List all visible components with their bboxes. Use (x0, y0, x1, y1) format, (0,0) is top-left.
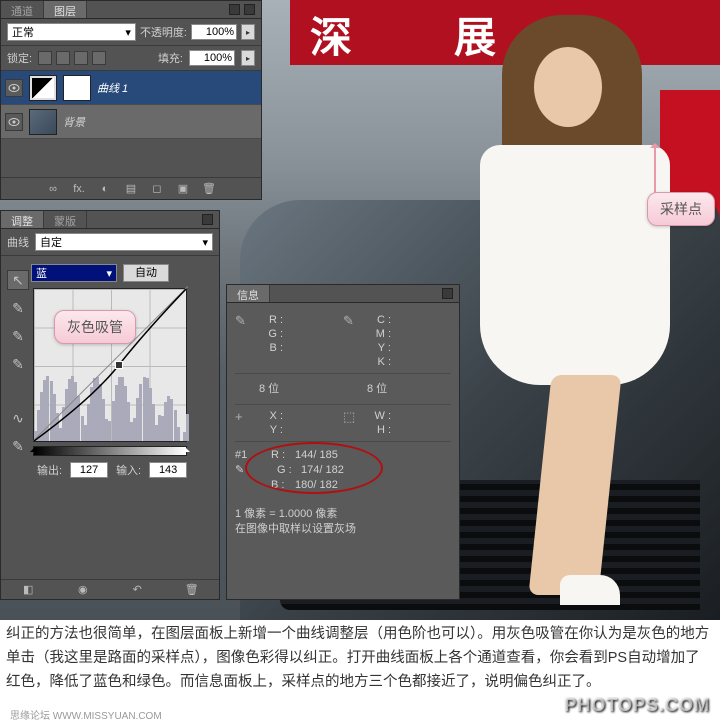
info-note-2: 在图像中取样以设置灰场 (235, 522, 451, 537)
rgb-values (287, 313, 343, 369)
trash-icon[interactable]: 🗑 (184, 583, 200, 597)
layer-list: 曲线 1 背景 (1, 71, 261, 139)
layer-row-curves[interactable]: 曲线 1 (1, 71, 261, 105)
visibility-toggle-icon[interactable] (5, 113, 23, 131)
sample-b: 180/ 182 (295, 478, 338, 493)
rgb-labels: R :G :B : (257, 313, 283, 369)
adj-footer: ◧ ◉ ↶ 🗑 (1, 579, 219, 599)
chevron-down-icon: ▾ (125, 26, 131, 39)
adjustments-panel: 调整 蒙版 曲线 自定 ▾ 蓝▾ 自动 ↖ ✎ ✎ ✎ ∿ ✎ (0, 210, 220, 600)
panel-menu-icon[interactable] (244, 4, 255, 15)
curves-thumbnail-icon (29, 75, 57, 101)
chevron-down-icon: ▾ (202, 236, 208, 249)
callout-sample-point: 采样点 (647, 192, 715, 226)
color-sampler-section: #1 R : 144/ 185 ✎ G : 174/ 182 B : 180/ … (235, 446, 451, 495)
blend-mode-select[interactable]: 正常 ▾ (7, 23, 136, 41)
mask-icon[interactable]: ◐ (97, 182, 113, 196)
clip-icon[interactable]: ◧ (20, 583, 36, 597)
layer-name: 曲线 1 (97, 80, 128, 96)
dimensions-icon: ⬚ (343, 409, 361, 437)
eyedropper-icon: ✎ (235, 463, 253, 478)
output-label: 输出: (37, 462, 62, 478)
blend-mode-value: 正常 (12, 24, 34, 40)
layers-panel: 通道 图层 正常 ▾ 不透明度: 100% ▸ 锁定: 填充: 100% ▸ (0, 0, 262, 200)
white-eyedropper-icon[interactable]: ✎ (7, 354, 29, 374)
pencil-curve-icon[interactable]: ✎ (7, 436, 29, 456)
view-previous-icon[interactable]: ◉ (75, 583, 91, 597)
opacity-label: 不透明度: (140, 24, 187, 40)
link-icon[interactable]: ∞ (45, 182, 61, 196)
model-figure (450, 15, 710, 605)
curves-editor: 蓝▾ 自动 ↖ ✎ ✎ ✎ ∿ ✎ (1, 262, 219, 482)
watermark-small: 思缘论坛 WWW.MISSYUAN.COM (10, 707, 162, 722)
layer-name: 背景 (63, 114, 85, 130)
fill-label: 填充: (158, 50, 183, 66)
tab-info[interactable]: 信息 (227, 285, 270, 302)
curve-point[interactable] (115, 361, 123, 369)
fill-arrow-icon[interactable]: ▸ (241, 50, 255, 66)
watermark: PHOTOPS.COM (564, 695, 710, 716)
layer-thumbnail-icon (29, 109, 57, 135)
tab-adjustments[interactable]: 调整 (1, 211, 44, 228)
input-label: 输入: (116, 462, 141, 478)
opacity-input[interactable]: 100% (191, 24, 237, 40)
adj-type-label: 曲线 (7, 234, 29, 250)
eyedropper-icon: ✎ (235, 313, 253, 369)
xy-labels: X :Y : (257, 409, 283, 437)
sampler-id: #1 (235, 448, 265, 463)
point-curve-icon[interactable]: ∿ (7, 408, 29, 428)
reset-icon[interactable]: ↶ (129, 583, 145, 597)
bits-label-left: 8 位 (235, 378, 279, 400)
trash-icon[interactable]: 🗑 (201, 182, 217, 196)
output-input[interactable]: 127 (70, 462, 108, 478)
lock-label: 锁定: (7, 50, 32, 66)
opacity-arrow-icon[interactable]: ▸ (241, 24, 255, 40)
fx-icon[interactable]: fx. (71, 182, 87, 196)
cmyk-values (395, 313, 451, 369)
crosshair-icon: + (235, 409, 253, 437)
fill-input[interactable]: 100% (189, 50, 235, 66)
new-layer-icon[interactable]: ▣ (175, 182, 191, 196)
cmyk-labels: C :M :Y :K : (365, 313, 391, 369)
tab-masks[interactable]: 蒙版 (44, 211, 87, 228)
group-icon[interactable]: ◻ (149, 182, 165, 196)
layer-row-background[interactable]: 背景 (1, 105, 261, 139)
lock-transparency-icon[interactable] (38, 51, 52, 65)
mask-thumbnail-icon (63, 75, 91, 101)
panel-menu-icon[interactable] (202, 214, 213, 225)
info-note-1: 1 像素 = 1.0000 像素 (235, 507, 451, 522)
callout-gray-eyedropper: 灰色吸管 (54, 310, 136, 344)
lock-position-icon[interactable] (74, 51, 88, 65)
eyedropper-icon: ✎ (343, 313, 361, 369)
wh-labels: W :H : (365, 409, 391, 437)
lock-pixels-icon[interactable] (56, 51, 70, 65)
tab-layers[interactable]: 图层 (44, 1, 87, 18)
panel-minimize-icon[interactable] (229, 4, 240, 15)
adj-panel-header: 调整 蒙版 (1, 211, 219, 229)
adjustment-icon[interactable]: ▤ (123, 182, 139, 196)
sample-g: 174/ 182 (301, 463, 344, 478)
preset-value: 自定 (40, 234, 62, 250)
tab-channels[interactable]: 通道 (1, 1, 44, 18)
on-image-tool-icon[interactable]: ↖ (7, 270, 29, 290)
info-panel: 信息 ✎ R :G :B : ✎ C :M :Y :K : 8 位 8 位 + … (226, 284, 460, 600)
layers-panel-header: 通道 图层 (1, 1, 261, 19)
article-text: 纠正的方法也很简单，在图层面板上新增一个曲线调整层（用色阶也可以）。用灰色吸管在… (6, 622, 714, 694)
sample-r: 144/ 185 (295, 448, 338, 463)
panel-menu-icon[interactable] (442, 288, 453, 299)
bits-label-right: 8 位 (343, 378, 387, 400)
black-eyedropper-icon[interactable]: ✎ (7, 298, 29, 318)
input-input[interactable]: 143 (149, 462, 187, 478)
gradient-bar[interactable] (33, 446, 187, 456)
visibility-toggle-icon[interactable] (5, 79, 23, 97)
gray-eyedropper-icon[interactable]: ✎ (7, 326, 29, 346)
layers-footer: ∞ fx. ◐ ▤ ◻ ▣ 🗑 (1, 177, 261, 199)
preset-select[interactable]: 自定 ▾ (35, 233, 213, 251)
lock-all-icon[interactable] (92, 51, 106, 65)
